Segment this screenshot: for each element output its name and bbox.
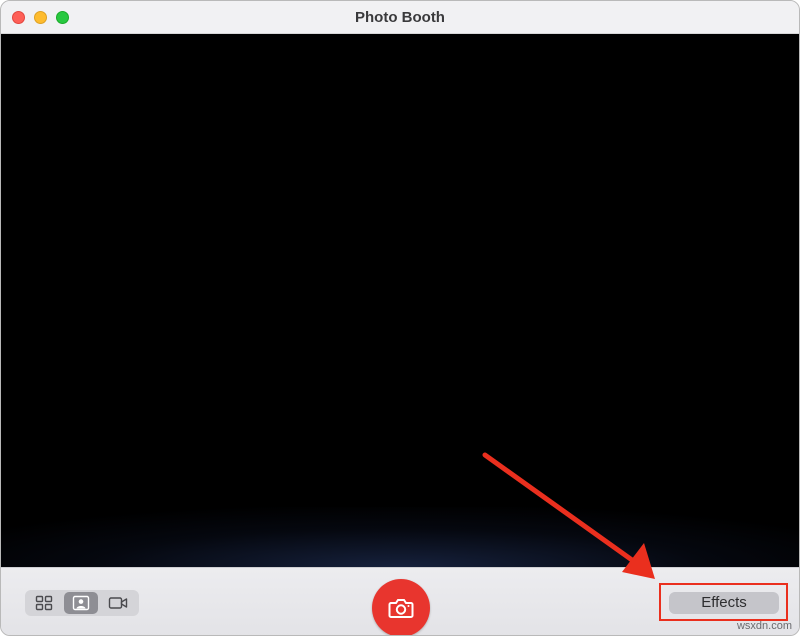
video-mode-button[interactable] [100,592,135,614]
camera-preview [1,34,799,567]
preview-glow [1,507,799,567]
bottom-toolbar: Effects [1,567,799,635]
effects-button[interactable]: Effects [669,592,779,614]
take-photo-button[interactable] [372,579,430,635]
watermark: wsxdn.com [736,620,792,632]
window-title: Photo Booth [355,9,445,26]
grid-icon [36,595,53,611]
video-icon [108,597,127,609]
four-up-mode-button[interactable] [27,592,62,614]
view-mode-selector [25,590,139,616]
camera-icon [388,599,414,618]
photo-booth-window: Photo Booth Effects [0,0,800,636]
single-photo-mode-button[interactable] [63,592,99,614]
single-photo-icon [72,595,90,611]
title-bar: Photo Booth [1,1,799,34]
